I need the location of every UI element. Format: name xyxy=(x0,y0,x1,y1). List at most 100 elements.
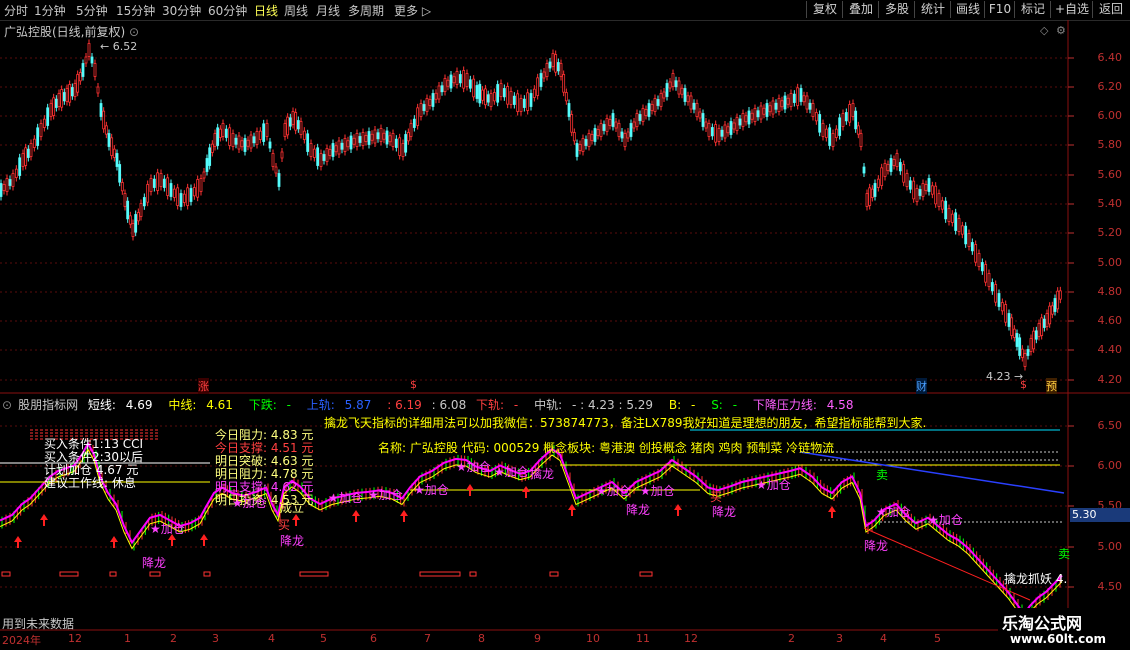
candle-body xyxy=(182,193,186,203)
buy-arrow-icon xyxy=(200,534,208,546)
candle-body xyxy=(921,183,925,197)
candle-body xyxy=(115,153,119,167)
diamond-icon[interactable]: ◇ xyxy=(1040,24,1048,37)
candle-body xyxy=(286,116,290,136)
candle-body xyxy=(974,244,978,263)
candle-body xyxy=(76,74,80,93)
candle-body xyxy=(556,62,560,72)
candle-body xyxy=(783,95,787,110)
candle-body xyxy=(391,133,395,147)
signal-qinglong: 擒龙 xyxy=(530,467,555,481)
candle-body xyxy=(905,173,909,187)
candle-body xyxy=(90,56,94,64)
gear-icon[interactable]: ⚙ xyxy=(1056,24,1066,37)
buy-arrow-icon xyxy=(522,486,530,498)
candle-body xyxy=(644,109,648,116)
pressure-value: 4.58 xyxy=(826,398,854,412)
candle-body xyxy=(930,185,934,195)
candle-body xyxy=(1020,348,1024,358)
candle-body xyxy=(234,137,238,145)
b-value: - xyxy=(691,398,696,412)
candle-body xyxy=(142,197,146,207)
time-tick-label: 12 xyxy=(68,632,82,645)
candle-body xyxy=(828,127,832,146)
candle-body xyxy=(468,79,472,89)
indicator-header: ⊙ 股朋指标网 短线: 4.69 中线: 4.61 下跌: - 上轨: 5.87 … xyxy=(2,396,865,413)
signal-add-5: ★加仓 xyxy=(414,483,449,497)
kline-chart[interactable] xyxy=(0,0,1130,650)
candle-body xyxy=(536,77,540,96)
candle-body xyxy=(205,158,209,172)
candle-body xyxy=(302,130,306,140)
candle-body xyxy=(288,117,292,127)
marker-dollar-1[interactable]: $ xyxy=(410,378,417,391)
price-tick-label: 4.40 xyxy=(1097,343,1123,356)
signal-dragon-5: 降龙 xyxy=(864,539,889,553)
marker-yu[interactable]: 预 xyxy=(1046,378,1057,394)
candle-body xyxy=(714,124,718,143)
pressure-line xyxy=(799,451,1065,494)
candle-body xyxy=(449,74,453,89)
marker-dollar-2[interactable]: $ xyxy=(1020,378,1027,391)
candle-body xyxy=(960,225,964,235)
candle-body xyxy=(868,187,872,206)
time-tick-label: 8 xyxy=(478,632,485,645)
candle-body xyxy=(741,113,745,127)
candle-body xyxy=(1048,305,1052,325)
time-tick-label: 3 xyxy=(212,632,219,645)
candle-body xyxy=(39,123,43,137)
candle-body xyxy=(680,87,684,95)
candle-body xyxy=(437,85,441,100)
candle-body xyxy=(112,148,116,158)
candle-body xyxy=(328,149,332,156)
candle-body xyxy=(677,80,681,95)
signal-add-11: ★加仓 xyxy=(876,505,911,519)
short-line-value: 4.69 xyxy=(125,398,153,412)
candle-body xyxy=(11,173,15,187)
candle-body xyxy=(611,113,615,127)
candle-body xyxy=(322,154,326,161)
candle-body xyxy=(280,151,284,159)
signal-dragon-1: 降龙 xyxy=(142,556,167,570)
candle-body xyxy=(343,138,347,152)
candle-body xyxy=(735,117,739,131)
candle-body xyxy=(325,148,329,162)
candle-body xyxy=(632,121,636,129)
signal-add-4: ★加仓 xyxy=(368,488,403,502)
candle-body xyxy=(710,127,714,137)
candle-body xyxy=(994,284,998,303)
candle-body xyxy=(296,120,300,130)
indicator-name[interactable]: 股朋指标网 xyxy=(18,398,78,412)
candle-body xyxy=(458,74,462,84)
candle-body xyxy=(1050,305,1054,315)
candle-body xyxy=(398,137,402,156)
candle-body xyxy=(419,103,423,117)
candle-body xyxy=(831,133,835,147)
chevron-down-icon[interactable]: ⊙ xyxy=(129,25,139,39)
low-price-value: 4.23 xyxy=(986,370,1011,383)
signal-add-9: ★加仓 xyxy=(640,484,675,498)
candle-body xyxy=(908,180,912,190)
candle-body xyxy=(65,88,69,102)
collapse-icon[interactable]: ⊙ xyxy=(2,398,12,412)
candle-body xyxy=(416,107,420,126)
high-price-label: ← 6.52 xyxy=(100,40,137,53)
candle-body xyxy=(774,102,778,110)
stock-title: 广弘控股(日线,前复权) ⊙ xyxy=(4,23,139,40)
signal-add-6: ★加仓 xyxy=(456,460,491,474)
candle-body xyxy=(889,158,893,172)
candle-body xyxy=(559,63,563,77)
candle-body xyxy=(128,215,132,225)
candle-body xyxy=(886,164,890,171)
price-tick-label: 6.00 xyxy=(1097,109,1123,122)
candle-body xyxy=(492,92,496,102)
candle-body xyxy=(944,200,948,220)
marker-cai[interactable]: 财 xyxy=(916,378,927,394)
marker-zhang[interactable]: 涨 xyxy=(198,378,209,394)
candle-body xyxy=(802,95,806,103)
future-data-notice: 用到未来数据 xyxy=(2,617,75,631)
candle-body xyxy=(176,187,180,206)
candle-body xyxy=(118,164,122,183)
candle-body xyxy=(671,73,675,87)
candle-body xyxy=(373,129,377,144)
